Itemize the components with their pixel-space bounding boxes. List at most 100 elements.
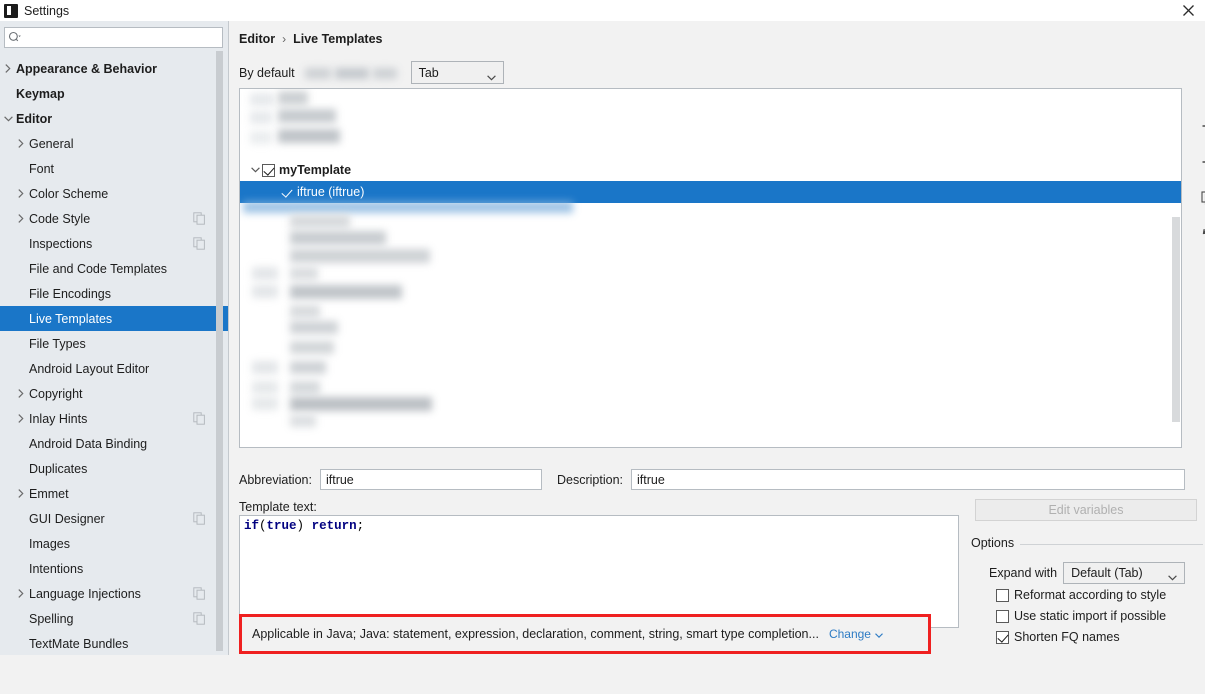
sidebar-item-file-encodings[interactable]: File Encodings: [0, 281, 228, 306]
add-template-button[interactable]: [1198, 116, 1205, 136]
live-templates-tree[interactable]: myTemplate iftrue (iftrue): [239, 88, 1182, 448]
edit-variables-button[interactable]: Edit variables: [975, 499, 1197, 521]
template-group-checkbox[interactable]: [262, 163, 275, 177]
chevron-right-icon[interactable]: [2, 63, 14, 75]
close-icon[interactable]: [1171, 0, 1205, 21]
code-token: if: [244, 519, 260, 533]
template-text-editor[interactable]: if(true) return;: [239, 515, 959, 628]
sidebar-item-label: GUI Designer: [29, 511, 105, 526]
sidebar-item-inspections[interactable]: Inspections: [0, 231, 228, 256]
checkbox-indicator[interactable]: [996, 630, 1009, 644]
copy-settings-icon[interactable]: [193, 612, 206, 625]
sidebar-item-label: Inlay Hints: [29, 411, 88, 426]
copy-settings-icon[interactable]: [193, 512, 206, 525]
description-input[interactable]: [631, 469, 1185, 490]
sidebar-item-textmate-bundles[interactable]: TextMate Bundles: [0, 631, 228, 656]
search-input[interactable]: [5, 28, 222, 47]
checkbox-indicator[interactable]: [996, 609, 1009, 623]
expand-with-label: Expand with: [989, 566, 1058, 580]
sidebar-item-label: Copyright: [29, 386, 83, 401]
chevron-down-icon: [1168, 570, 1177, 581]
code-token: ;: [356, 519, 365, 533]
title-bar: Settings: [0, 0, 1205, 21]
sidebar-item-copyright[interactable]: Copyright: [0, 381, 228, 406]
chevron-right-icon[interactable]: [15, 188, 27, 200]
revert-template-icon[interactable]: [1198, 224, 1205, 244]
applicable-context-box: Applicable in Java; Java: statement, exp…: [239, 614, 931, 654]
copy-settings-icon[interactable]: [193, 237, 206, 250]
sidebar-item-spelling[interactable]: Spelling: [0, 606, 228, 631]
templates-toolbar: [1182, 88, 1205, 448]
sidebar-item-intentions[interactable]: Intentions: [0, 556, 228, 581]
chevron-right-icon[interactable]: [15, 138, 27, 150]
chevron-down-icon[interactable]: [248, 167, 262, 173]
change-context-link[interactable]: Change: [829, 627, 883, 641]
template-text-code: if(true) return;: [244, 519, 364, 533]
sidebar-item-android-layout-editor[interactable]: Android Layout Editor: [0, 356, 228, 381]
template-checkbox[interactable]: [280, 185, 293, 199]
option-checkbox-label: Shorten FQ names: [1014, 630, 1120, 644]
sidebar-item-label: Keymap: [16, 86, 65, 101]
sidebar-item-label: Editor: [16, 111, 53, 126]
option-checkbox-use-static-import-if-possible[interactable]: Use static import if possible: [996, 609, 1166, 623]
template-group-label: myTemplate: [279, 163, 352, 177]
sidebar-item-keymap[interactable]: Keymap: [0, 81, 228, 106]
sidebar-item-label: Inspections: [29, 236, 93, 251]
sidebar-item-live-templates[interactable]: Live Templates: [0, 306, 228, 331]
sidebar-item-label: Appearance & Behavior: [16, 61, 158, 76]
code-token: true: [266, 519, 297, 533]
checkbox-indicator[interactable]: [996, 588, 1009, 602]
sidebar-item-font[interactable]: Font: [0, 156, 228, 181]
copy-settings-icon[interactable]: [193, 587, 206, 600]
template-group-row[interactable]: myTemplate: [240, 159, 1181, 181]
sidebar-item-language-injections[interactable]: Language Injections: [0, 581, 228, 606]
search-box[interactable]: [4, 27, 223, 48]
sidebar-item-emmet[interactable]: Emmet: [0, 481, 228, 506]
breadcrumb: Editor › Live Templates: [239, 32, 383, 46]
template-row-selected[interactable]: iftrue (iftrue): [240, 181, 1181, 203]
option-checkbox-reformat-according-to-style[interactable]: Reformat according to style: [996, 588, 1166, 602]
chevron-right-icon[interactable]: [15, 213, 27, 225]
copy-settings-icon[interactable]: [193, 212, 206, 225]
description-row: Description:: [557, 469, 1185, 490]
by-default-expand-with-dropdown[interactable]: Tab: [410, 61, 504, 84]
sidebar-item-images[interactable]: Images: [0, 531, 228, 556]
sidebar-item-android-data-binding[interactable]: Android Data Binding: [0, 431, 228, 456]
sidebar-item-label: Color Scheme: [29, 186, 109, 201]
search-icon: [8, 31, 22, 45]
templates-scrollbar-thumb[interactable]: [1172, 217, 1180, 422]
sidebar-item-editor[interactable]: Editor: [0, 106, 228, 131]
chevron-right-icon[interactable]: [15, 588, 27, 600]
abbreviation-input[interactable]: [319, 469, 542, 490]
abbreviation-label: Abbreviation:: [239, 472, 312, 487]
settings-dialog: Settings Appearance & Behavior Keymap Edit: [0, 0, 1205, 694]
sidebar-item-duplicates[interactable]: Duplicates: [0, 456, 228, 481]
sidebar-item-color-scheme[interactable]: Color Scheme: [0, 181, 228, 206]
chevron-right-icon[interactable]: [15, 413, 27, 425]
sidebar-item-label: Language Injections: [29, 586, 141, 601]
sidebar-item-label: General: [29, 136, 74, 151]
sidebar-item-gui-designer[interactable]: GUI Designer: [0, 506, 228, 531]
option-checkbox-shorten-fq-names[interactable]: Shorten FQ names: [996, 630, 1120, 644]
remove-template-button[interactable]: [1198, 152, 1205, 172]
expand-with-dropdown[interactable]: Default (Tab): [1063, 562, 1186, 584]
sidebar-item-file-types[interactable]: File Types: [0, 331, 228, 356]
sidebar-item-appearance-behavior[interactable]: Appearance & Behavior: [0, 56, 228, 81]
sidebar-item-label: Android Layout Editor: [29, 361, 150, 376]
sidebar-item-file-and-code-templates[interactable]: File and Code Templates: [0, 256, 228, 281]
chevron-right-icon[interactable]: [15, 488, 27, 500]
sidebar-item-code-style[interactable]: Code Style: [0, 206, 228, 231]
copy-settings-icon[interactable]: [193, 412, 206, 425]
breadcrumb-root[interactable]: Editor: [239, 32, 275, 46]
sidebar-scrollbar-thumb[interactable]: [216, 51, 223, 651]
duplicate-template-icon[interactable]: [1198, 188, 1205, 208]
sidebar-item-inlay-hints[interactable]: Inlay Hints: [0, 406, 228, 431]
chevron-right-icon[interactable]: [15, 388, 27, 400]
chevron-down-icon[interactable]: [2, 113, 14, 125]
sidebar-item-general[interactable]: General: [0, 131, 228, 156]
abbreviation-row: Abbreviation:: [239, 469, 542, 490]
